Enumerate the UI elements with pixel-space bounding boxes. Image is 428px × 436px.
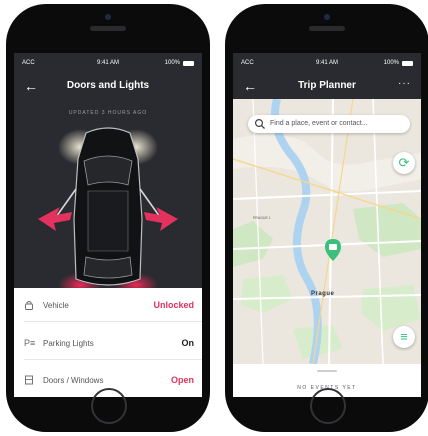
refresh-button[interactable]: ⟳ [393, 152, 415, 174]
phone-frame-right: ACC 9:41 AM 100% ← Trip Planner ··· Find… [225, 4, 428, 432]
battery-icon [183, 61, 194, 66]
parking-lights-label: Parking Lights [43, 339, 94, 348]
map-city-label: Prague [311, 291, 335, 297]
city-map[interactable] [233, 99, 421, 364]
refresh-icon: ⟳ [398, 155, 410, 170]
divider [24, 321, 202, 322]
lock-icon [24, 300, 34, 310]
camera [324, 14, 330, 20]
map-district-label: PRAGUE 1 [253, 216, 271, 220]
earpiece [309, 26, 345, 31]
status-bar: ACC 9:41 AM 100% [22, 60, 194, 70]
status-card: Vehicle Unlocked P≡ Parking Lights On Do… [14, 288, 202, 397]
search-icon [254, 118, 265, 129]
more-icon[interactable]: ··· [398, 78, 411, 89]
updated-timestamp: UPDATED 3 HOURS AGO [68, 110, 148, 116]
list-icon: ≡ [400, 329, 408, 344]
camera [105, 14, 111, 20]
trip-planner-screen: ACC 9:41 AM 100% ← Trip Planner ··· Find… [233, 53, 421, 397]
doors-lights-screen: ACC 9:41 AM 100% ← Doors and Lights UPDA… [14, 53, 202, 397]
map-pin-icon[interactable] [325, 239, 341, 261]
search-bar[interactable]: Find a place, event or contact... [248, 115, 410, 133]
status-bar: ACC 9:41 AM 100% [241, 60, 413, 70]
nav-bar: ← Doors and Lights [14, 75, 202, 99]
page-title: Trip Planner [298, 80, 356, 91]
doors-windows-row[interactable]: Doors / Windows Open [24, 373, 194, 389]
divider [24, 359, 202, 360]
battery-percent: 100% [164, 60, 180, 66]
doors-windows-value: Open [170, 375, 194, 385]
nav-bar: ← Trip Planner ··· [233, 75, 421, 99]
page-title: Doors and Lights [66, 80, 150, 91]
doors-windows-label: Doors / Windows [43, 376, 104, 385]
door-icon [24, 375, 34, 385]
sheet-handle[interactable] [317, 370, 337, 372]
parking-icon: P≡ [24, 338, 36, 348]
battery-percent: 100% [383, 60, 399, 66]
phone-frame-left: ACC 9:41 AM 100% ← Doors and Lights UPDA… [6, 4, 210, 432]
earpiece [90, 26, 126, 31]
parking-lights-row[interactable]: P≡ Parking Lights On [24, 336, 194, 352]
list-button[interactable]: ≡ [393, 326, 415, 348]
vehicle-row[interactable]: Vehicle Unlocked [24, 298, 194, 314]
battery-icon [402, 61, 413, 66]
search-input[interactable]: Find a place, event or contact... [270, 120, 368, 127]
vehicle-status-value: Unlocked [153, 300, 194, 310]
parking-lights-value: On [181, 338, 195, 348]
vehicle-label: Vehicle [43, 301, 69, 310]
home-button[interactable] [310, 388, 346, 424]
car-top-view-illustration [38, 127, 178, 295]
home-button[interactable] [91, 388, 127, 424]
